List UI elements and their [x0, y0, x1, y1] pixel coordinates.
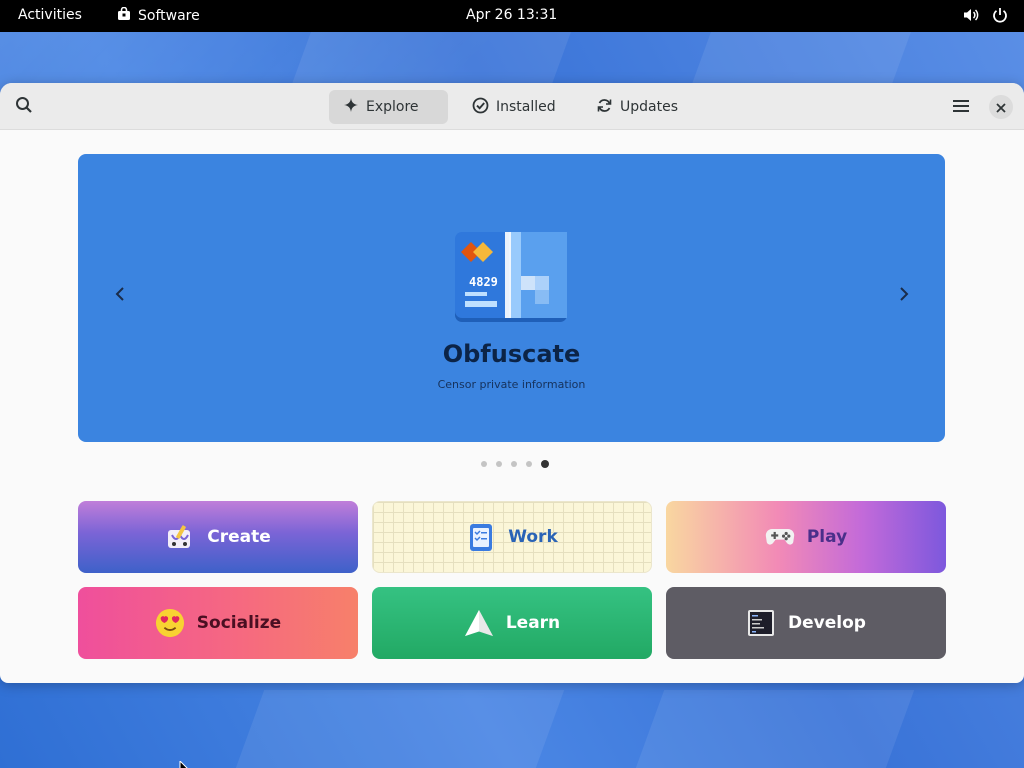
featured-app-name: Obfuscate	[442, 340, 581, 368]
card-number-text: 4829	[469, 275, 498, 289]
clock[interactable]: Apr 26 13:31	[466, 7, 557, 23]
obfuscate-app-icon: 4829	[453, 230, 569, 326]
refresh-icon	[596, 97, 613, 118]
category-socialize-label: Socialize	[196, 613, 282, 633]
tab-updates-label: Updates	[620, 99, 678, 115]
carousel-dot[interactable]	[526, 461, 532, 467]
main-menu-button[interactable]	[946, 93, 976, 121]
tab-installed[interactable]: Installed	[458, 90, 568, 124]
chevron-left-icon	[114, 286, 126, 306]
volume-icon[interactable]	[963, 7, 980, 27]
featured-banner[interactable]: 4829 Obfuscate Censor private informatio…	[78, 154, 945, 442]
category-work-label: Work	[508, 527, 558, 547]
gamepad-icon	[765, 522, 795, 552]
sparkle-icon	[343, 97, 359, 117]
category-create[interactable]: Create	[78, 501, 358, 573]
close-button[interactable]	[989, 95, 1013, 119]
activities-button[interactable]: Activities	[18, 7, 82, 23]
featured-app-description: Censor private information	[437, 378, 586, 391]
software-window: Explore Installed Updates 4829 Obfuscate…	[0, 83, 1024, 683]
close-icon	[996, 98, 1006, 117]
chevron-right-icon	[898, 286, 910, 306]
app-menu-label: Software	[138, 8, 200, 24]
tab-updates[interactable]: Updates	[582, 90, 692, 124]
paper-plane-icon	[464, 608, 494, 638]
emoji-icon	[155, 608, 185, 638]
app-menu[interactable]: Software	[117, 6, 200, 25]
carousel-dot-active[interactable]	[541, 460, 549, 468]
top-bar: Activities Software Apr 26 13:31	[0, 0, 1024, 32]
tab-installed-label: Installed	[496, 99, 556, 115]
category-develop-label: Develop	[788, 613, 866, 633]
category-play-label: Play	[806, 527, 848, 547]
category-work[interactable]: Work	[372, 501, 652, 573]
power-icon[interactable]	[992, 7, 1008, 27]
tab-explore-label: Explore	[366, 99, 419, 115]
search-button[interactable]	[10, 93, 38, 121]
carousel-dot[interactable]	[511, 461, 517, 467]
tab-explore[interactable]: Explore	[329, 90, 448, 124]
create-icon	[165, 522, 195, 552]
header-bar: Explore Installed Updates	[0, 83, 1024, 130]
system-tray[interactable]	[963, 7, 1008, 27]
carousel-next-button[interactable]	[892, 284, 916, 308]
search-icon	[15, 96, 33, 118]
hamburger-menu-icon	[953, 98, 969, 117]
carousel-dot[interactable]	[481, 461, 487, 467]
category-develop[interactable]: Develop	[666, 587, 946, 659]
category-socialize[interactable]: Socialize	[78, 587, 358, 659]
work-icon	[466, 522, 496, 552]
carousel-dot[interactable]	[496, 461, 502, 467]
check-circle-icon	[472, 97, 489, 118]
category-play[interactable]: Play	[666, 501, 946, 573]
carousel-indicator	[481, 460, 549, 468]
terminal-icon	[746, 608, 776, 638]
category-create-label: Create	[207, 527, 271, 547]
software-bag-icon	[117, 6, 131, 25]
carousel-previous-button[interactable]	[108, 284, 132, 308]
category-learn-label: Learn	[505, 613, 561, 633]
wallpaper-shape	[235, 690, 565, 768]
mouse-pointer-icon	[179, 757, 189, 768]
category-learn[interactable]: Learn	[372, 587, 652, 659]
wallpaper-shape	[635, 690, 915, 768]
